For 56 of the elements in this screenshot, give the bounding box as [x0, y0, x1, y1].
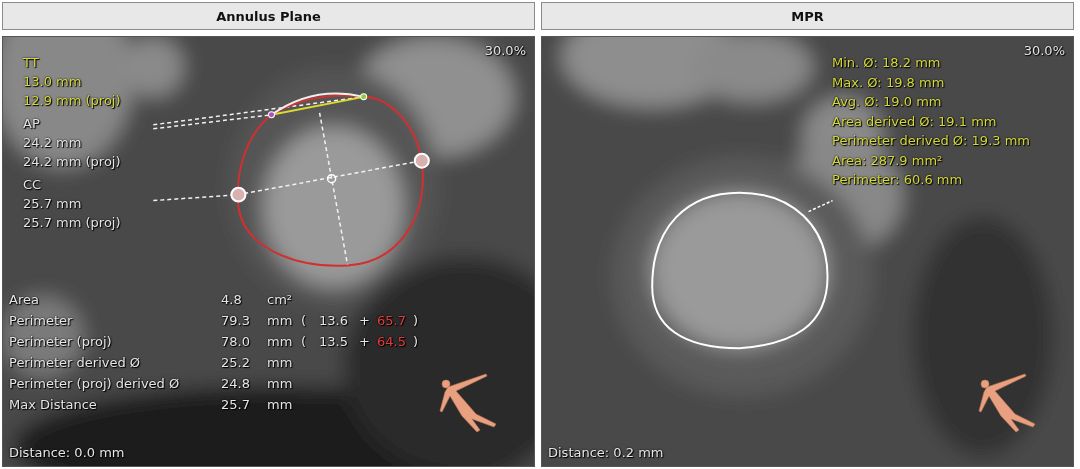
- center-handle[interactable]: [326, 173, 337, 184]
- panel-title: Annulus Plane: [2, 2, 535, 30]
- row-label: Perimeter: [9, 312, 74, 330]
- zoom-percentage: 30.0%: [1023, 42, 1065, 60]
- row-unit: mm: [267, 375, 294, 393]
- row-label: Max Distance: [9, 396, 98, 414]
- row-label: Area: [9, 291, 40, 309]
- row-value: 24.8: [221, 375, 251, 393]
- endpoint-handle[interactable]: [360, 93, 368, 101]
- measurement-text: Min. Ø: 18.2 mm: [832, 54, 942, 72]
- row-value: 4.8: [221, 291, 243, 309]
- leader-line: [807, 199, 834, 213]
- plus-text: +: [359, 333, 371, 351]
- row-unit: mm: [267, 354, 294, 372]
- row-label: Perimeter derived Ø: [9, 354, 142, 372]
- measure-value: 25.7 mm: [23, 195, 83, 213]
- paren-text: ): [413, 312, 420, 330]
- row-label: Perimeter (proj): [9, 333, 113, 351]
- row-unit: mm: [267, 396, 294, 414]
- measure-name: CC: [23, 176, 43, 194]
- measurement-text: Perimeter: 60.6 mm: [832, 171, 964, 189]
- measure-value: 24.2 mm (proj): [23, 153, 121, 171]
- zoom-percentage: 30.0%: [484, 42, 526, 60]
- row-value: 25.2: [221, 354, 251, 372]
- measurement-text: Max. Ø: 19.8 mm: [832, 73, 946, 92]
- row-unit: mm: [267, 312, 294, 330]
- distance-text: Distance: 0.2 mm: [548, 444, 664, 462]
- row-value: 25.7: [221, 396, 251, 414]
- plus-text: +: [359, 312, 371, 330]
- row-value: 78.0: [221, 333, 251, 351]
- drag-handle[interactable]: [413, 152, 430, 169]
- drag-handle[interactable]: [230, 186, 247, 203]
- part-value: 64.5: [377, 333, 407, 351]
- row-unit: cm²: [267, 291, 294, 309]
- row-value: 79.3: [221, 312, 251, 330]
- row-label: Perimeter (proj) derived Ø: [9, 375, 181, 393]
- measurement-text: Avg. Ø: 19.0 mm: [832, 93, 943, 111]
- measure-name: AP: [23, 115, 41, 133]
- measurement-text: Area derived Ø: 19.1 mm: [832, 112, 998, 131]
- measure-value: 12.9 mm (proj): [23, 92, 121, 110]
- part-value: 13.6: [319, 312, 349, 330]
- paren-text: (: [301, 312, 308, 330]
- measure-name: TT: [23, 54, 40, 72]
- measure-value: 13.0 mm: [23, 73, 83, 91]
- row-unit: mm: [267, 333, 294, 351]
- panel-title: MPR: [541, 2, 1074, 30]
- part-value: 13.5: [319, 333, 349, 351]
- measurement-text: Perimeter derived Ø: 19.3 mm: [832, 132, 1030, 150]
- paren-text: (: [301, 333, 308, 351]
- measure-value: 25.7 mm (proj): [23, 214, 121, 232]
- part-value: 65.7: [377, 312, 407, 330]
- paren-text: ): [413, 333, 420, 351]
- distance-text: Distance: 0.0 mm: [9, 444, 125, 462]
- measure-value: 24.2 mm: [23, 134, 83, 152]
- measurement-text: Area: 287.9 mm²: [832, 151, 944, 170]
- endpoint-handle[interactable]: [268, 111, 275, 119]
